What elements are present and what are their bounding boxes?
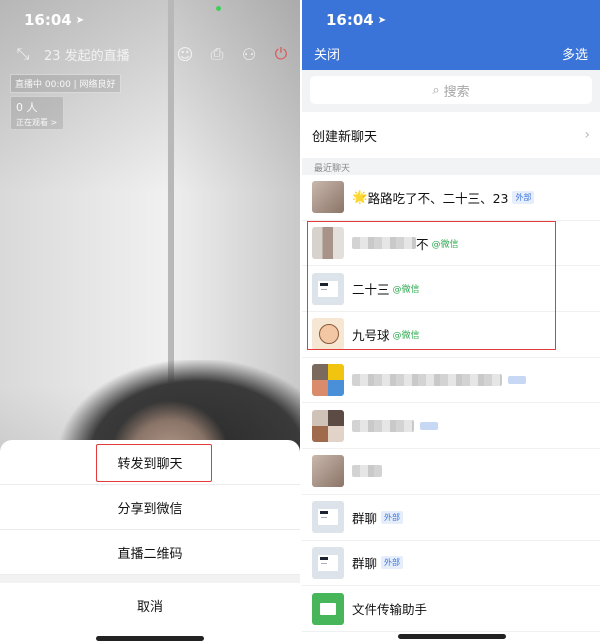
chat-name: 不	[416, 236, 429, 252]
close-button[interactable]: 关闭	[314, 44, 340, 63]
chat-name: 二十三	[352, 282, 390, 298]
multi-select-button[interactable]: 多选	[562, 44, 588, 63]
viewer-label: 正在观看 >	[16, 118, 58, 127]
home-indicator	[398, 634, 506, 639]
chat-name: 文件传输助手	[352, 602, 428, 618]
chat-row[interactable]: 九号球 @微信	[302, 312, 600, 358]
live-qr-code-button[interactable]: 直播二维码	[0, 530, 300, 575]
search-input[interactable]: ⌕ 搜索	[310, 76, 592, 104]
live-status-badge: 直播中 00:00 | 网络良好	[10, 74, 121, 93]
cancel-button[interactable]: 取消	[0, 583, 300, 627]
wechat-tag: @微信	[392, 330, 420, 341]
chat-avatar	[312, 546, 344, 579]
chat-avatar	[312, 272, 344, 305]
blurred-tag	[508, 376, 526, 385]
file-transfer-icon	[312, 592, 344, 625]
chat-row[interactable]	[302, 403, 600, 450]
wechat-tag: @微信	[431, 239, 459, 250]
select-chat-panel: 16:04 ➤ 5G 关闭 多选 ⌕ 搜索 创建新聊天 › 最近聊天 🌟 路路	[302, 0, 600, 644]
live-stream-panel: 16:04 ➤ 5G ⤡ 23 发起的直播 ☺ ⎙ ⚇ ⏻ 直播中 00:00 …	[0, 0, 300, 644]
blurred-chat-name	[352, 419, 414, 432]
chat-emoji-icon: 🌟	[352, 189, 368, 205]
chat-name: 群聊	[352, 556, 378, 572]
viewer-count: 0 人	[16, 101, 38, 114]
forward-to-chat-button[interactable]: 转发到聊天	[0, 440, 300, 485]
chat-row[interactable]: 不 @微信	[302, 221, 600, 267]
chat-row[interactable]: 群聊 外部	[302, 495, 600, 541]
chat-avatar	[312, 318, 344, 351]
search-placeholder: 搜索	[443, 84, 470, 100]
chat-name: 九号球	[352, 327, 390, 343]
chat-avatar	[312, 409, 344, 442]
live-toolbar: ⤡ 23 发起的直播 ☺ ⎙ ⚇ ⏻	[12, 42, 292, 66]
chat-avatar	[312, 364, 344, 397]
chat-list: 🌟 路路吃了不、二十三、23 外部 不 @微信 二十三 @微信 九号球 @微信	[302, 175, 600, 632]
chat-row[interactable]: 文件传输助手	[302, 586, 600, 632]
blurred-chat-name	[352, 374, 502, 387]
location-arrow-icon: ➤	[75, 14, 85, 26]
viewer-count-panel[interactable]: 0 人 正在观看 >	[10, 96, 64, 130]
status-bar: 16:04 ➤ 5G	[302, 0, 600, 40]
end-live-icon[interactable]: ⏻	[270, 44, 292, 64]
switch-camera-icon[interactable]: ⎙	[206, 44, 228, 64]
status-bar: 16:04 ➤ 5G	[0, 0, 300, 40]
create-new-chat-label: 创建新聊天	[312, 129, 378, 145]
chat-avatar	[312, 501, 344, 534]
chat-name: 群聊	[352, 510, 378, 526]
external-tag: 外部	[512, 190, 535, 204]
sheet-divider	[0, 575, 300, 583]
search-icon: ⌕	[432, 82, 440, 98]
chat-row[interactable]: 群聊 外部	[302, 541, 600, 587]
share-to-wechat-button[interactable]: 分享到微信	[0, 485, 300, 530]
search-bar: ⌕ 搜索	[302, 70, 600, 112]
chat-row[interactable]	[302, 449, 600, 495]
chat-row[interactable]	[302, 358, 600, 404]
chat-row[interactable]: 🌟 路路吃了不、二十三、23 外部	[302, 175, 600, 221]
privacy-indicator-icon	[216, 6, 221, 11]
external-tag: 外部	[381, 510, 404, 524]
live-title: 23 发起的直播	[44, 48, 130, 64]
home-indicator	[96, 636, 204, 641]
create-new-chat-row[interactable]: 创建新聊天 ›	[302, 112, 600, 158]
blurred-chat-name	[352, 465, 382, 478]
minimize-icon[interactable]: ⤡	[12, 44, 34, 64]
share-action-sheet: 转发到聊天 分享到微信 直播二维码 取消	[0, 440, 300, 644]
header: 16:04 ➤ 5G 关闭 多选	[302, 0, 600, 70]
blurred-tag	[420, 421, 438, 430]
recent-chats-header: 最近聊天	[302, 158, 600, 175]
chat-row[interactable]: 二十三 @微信	[302, 266, 600, 313]
wechat-tag: @微信	[392, 285, 420, 296]
chat-name: 路路吃了不、二十三、23	[367, 190, 509, 206]
beauty-filter-icon[interactable]: ☺	[174, 45, 196, 64]
nav-bar: 关闭 多选	[302, 40, 600, 66]
invite-user-icon[interactable]: ⚇	[238, 45, 260, 64]
chat-avatar	[312, 181, 344, 214]
blurred-chat-name	[352, 237, 416, 250]
chevron-right-icon: ›	[584, 127, 590, 143]
location-arrow-icon: ➤	[377, 14, 387, 26]
chat-avatar	[312, 227, 344, 260]
status-time: 16:04 ➤	[326, 11, 387, 29]
external-tag: 外部	[381, 556, 404, 570]
status-time: 16:04 ➤	[24, 11, 85, 29]
chat-avatar	[312, 455, 344, 488]
